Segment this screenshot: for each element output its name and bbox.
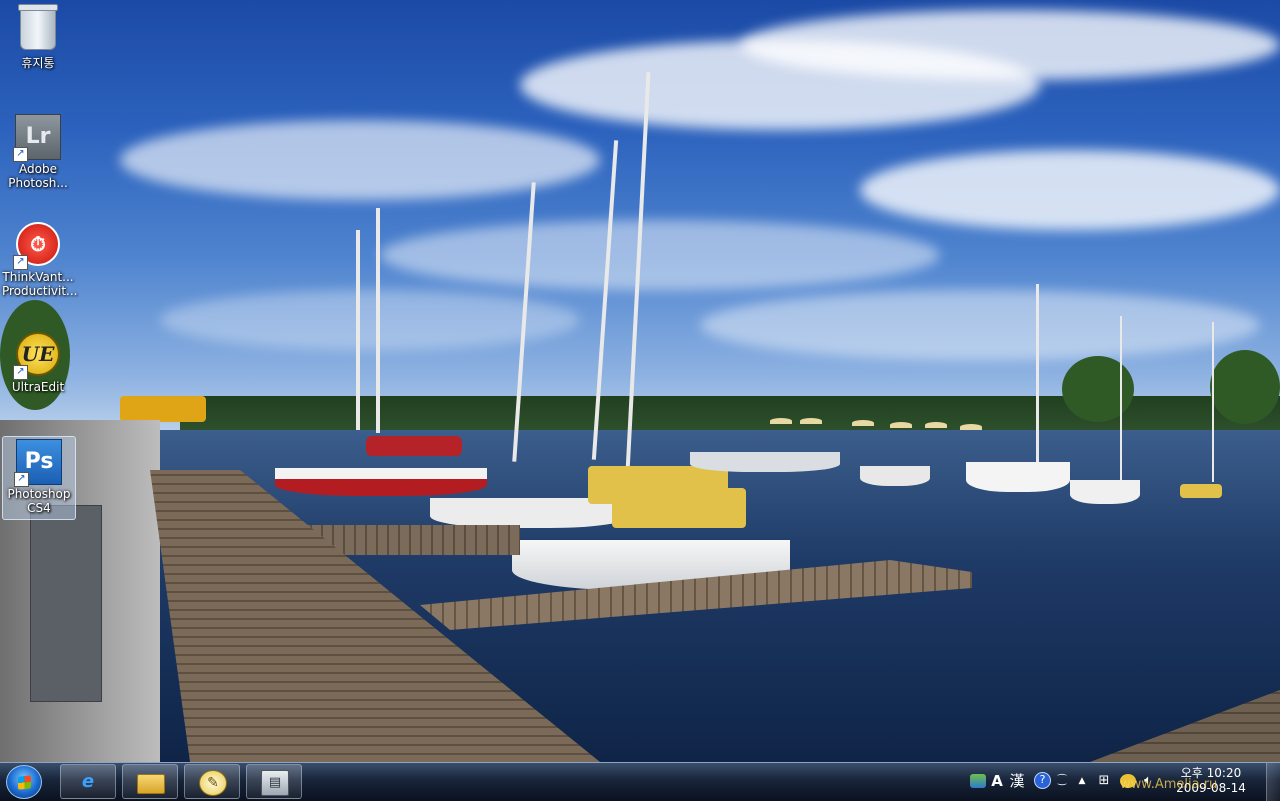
yellow-sail-cover	[1180, 484, 1222, 498]
umbrella	[800, 418, 822, 424]
language-bar-icon[interactable]	[970, 774, 986, 788]
show-hidden-icons-button[interactable]: ▲	[1076, 773, 1088, 789]
desktop-icon-thinkvantage[interactable]: ⏱ ↗ ThinkVant... Productivit...	[2, 222, 78, 298]
desktop-icon-label: Adobe Photosh...	[8, 162, 68, 190]
taskbar-application[interactable]: ▤	[246, 764, 302, 799]
cloud	[700, 290, 1260, 360]
cloud	[120, 120, 600, 200]
desktop-icon-label: Photoshop CS4	[7, 487, 71, 515]
umbrella	[890, 422, 912, 428]
messenger-icon: ✎	[199, 770, 227, 796]
cloud	[160, 290, 580, 350]
desktop-icon-label: UltraEdit	[11, 380, 65, 394]
application-icon: ▤	[261, 770, 289, 796]
red-sail-cover	[366, 436, 462, 456]
mast	[376, 208, 380, 433]
ime-options-icon[interactable]: ⁐	[1056, 773, 1068, 789]
desktop-icon-recycle-bin[interactable]: 휴지통	[2, 4, 74, 70]
tree	[1062, 356, 1134, 422]
tree	[1210, 350, 1280, 424]
boat	[690, 452, 840, 472]
mast	[1120, 316, 1122, 486]
umbrella	[925, 422, 947, 428]
network-icon[interactable]: ⊞	[1096, 773, 1112, 789]
boat	[860, 466, 930, 486]
hanja-button[interactable]: 漢	[1008, 773, 1026, 789]
internet-explorer-icon: e	[81, 771, 95, 792]
cloud	[380, 220, 940, 290]
bollard	[30, 505, 102, 702]
desktop-icon-photoshop-cs4[interactable]: Ps ↗ Photoshop CS4	[2, 436, 76, 520]
shortcut-arrow-icon: ↗	[14, 472, 29, 487]
show-desktop-button[interactable]	[1266, 763, 1280, 801]
shortcut-arrow-icon: ↗	[13, 365, 28, 380]
cloud	[740, 10, 1280, 80]
watermark: www.Amelia.ru	[1120, 777, 1218, 792]
ime-mode-button[interactable]: A	[990, 773, 1004, 789]
motorboat	[966, 462, 1070, 492]
small-boat	[1070, 480, 1140, 504]
cloud	[860, 150, 1280, 230]
start-button[interactable]	[6, 765, 42, 799]
desktop-icon-ultraedit[interactable]: UE ↗ UltraEdit	[2, 332, 74, 394]
taskbar-messenger[interactable]: ✎	[184, 764, 240, 799]
lightroom-icon: Lr ↗	[13, 114, 61, 162]
red-sailboat	[275, 468, 487, 496]
kayak-rack	[120, 396, 206, 422]
recycle-bin-icon	[15, 4, 61, 54]
umbrella	[852, 420, 874, 426]
umbrella	[770, 418, 792, 424]
yellow-sail-cover	[612, 488, 746, 528]
shortcut-arrow-icon: ↗	[13, 147, 28, 162]
desktop-icon-label: 휴지통	[21, 56, 55, 70]
folder-icon	[137, 774, 165, 794]
mast	[1212, 322, 1214, 482]
windows-logo-icon	[18, 775, 31, 790]
desktop-icon-adobe-photoshop-lightroom[interactable]: Lr ↗ Adobe Photosh...	[2, 114, 74, 190]
mast	[1036, 284, 1039, 469]
ultraedit-icon: UE ↗	[13, 332, 61, 380]
mast	[356, 230, 360, 430]
help-icon[interactable]: ?	[1034, 772, 1051, 789]
desktop-wallpaper	[0, 0, 1280, 762]
photoshop-icon: Ps ↗	[14, 439, 62, 487]
taskbar-internet-explorer[interactable]: e	[60, 764, 116, 799]
taskbar-windows-explorer[interactable]	[122, 764, 178, 799]
umbrella	[960, 424, 982, 430]
shortcut-arrow-icon: ↗	[13, 255, 28, 270]
thinkvantage-icon: ⏱ ↗	[13, 222, 61, 270]
taskbar: e ✎ ▤ A 漢 ? ⁐ ▲ ⊞ 🔈︎ 오후 10:20 2009-08-14	[0, 762, 1280, 801]
desktop-icon-label: ThinkVant... Productivit...	[2, 270, 78, 298]
